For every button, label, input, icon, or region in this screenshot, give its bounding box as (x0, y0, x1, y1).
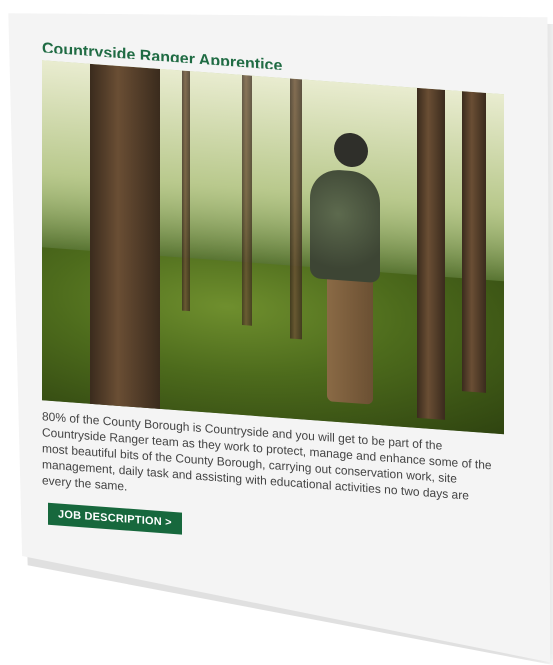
ranger-legs (327, 271, 373, 405)
forest-ranger-photo (42, 60, 504, 435)
tree-trunk (90, 63, 160, 429)
tree-trunk (290, 78, 302, 340)
tree-trunk (462, 91, 486, 393)
tree-trunk (242, 74, 252, 326)
tree-trunk (182, 70, 190, 312)
card-content: Countryside Ranger Apprentice 80% of the… (38, 34, 508, 559)
tree-trunk (417, 87, 445, 420)
ranger-body (310, 167, 380, 284)
page: Countryside Ranger Apprentice 80% of the… (0, 0, 553, 665)
